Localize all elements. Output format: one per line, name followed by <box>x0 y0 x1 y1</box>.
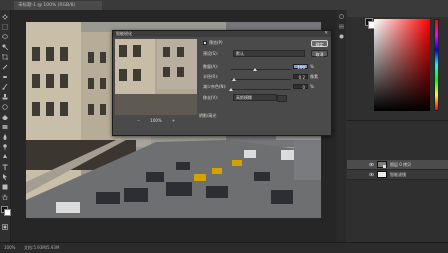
noise-unit: % <box>310 84 314 89</box>
ok-button[interactable]: 确定 <box>311 40 328 47</box>
quick-select-icon[interactable] <box>2 44 8 50</box>
noise-slider-track[interactable] <box>231 89 291 90</box>
dialog-title: 智能锐化 <box>116 31 132 36</box>
amount-slider-track[interactable] <box>231 69 291 70</box>
type-tool-icon[interactable] <box>2 164 8 170</box>
preview-checkbox[interactable] <box>203 41 207 45</box>
noise-input[interactable]: 0 <box>293 84 308 90</box>
smart-sharpen-dialog: 智能锐化 ✕ − 100% + 预览(P) 预设(S): 默认 数量(A): 1… <box>112 30 332 136</box>
marquee-tool-icon[interactable] <box>2 24 8 30</box>
layer-row[interactable]: 图层 0 拷贝 <box>347 160 448 170</box>
preset-label: 预设(S): <box>203 51 219 56</box>
radius-label: 半径(R): <box>203 74 219 79</box>
smart-filter-name: 智能滤镜 <box>390 172 406 177</box>
eraser-tool-icon[interactable] <box>2 114 8 120</box>
document-tab[interactable]: 未标题-1 @ 100% (RGB/8) <box>14 1 102 10</box>
healing-brush-icon[interactable] <box>2 74 8 80</box>
filter-mask-thumbnail <box>377 171 387 178</box>
preview-checkbox-label: 预览(P) <box>209 40 223 45</box>
cancel-button[interactable]: 取消 <box>311 50 328 57</box>
shape-tool-icon[interactable] <box>2 184 8 190</box>
dialog-title-bar[interactable]: 智能锐化 ✕ <box>113 31 331 37</box>
close-icon[interactable]: ✕ <box>324 31 328 37</box>
gradient-tool-icon[interactable] <box>2 124 8 130</box>
pen-tool-icon[interactable] <box>2 154 8 160</box>
dodge-tool-icon[interactable] <box>2 144 8 150</box>
lasso-tool-icon[interactable] <box>2 34 8 40</box>
radius-slider-track[interactable] <box>231 79 291 80</box>
radius-slider-handle[interactable] <box>232 78 236 81</box>
radius-input[interactable]: 0.2 <box>293 74 308 80</box>
smart-object-icon <box>383 165 386 168</box>
properties-icon[interactable] <box>339 24 344 29</box>
noise-slider-handle[interactable] <box>229 88 233 91</box>
quick-mask-icon[interactable] <box>2 224 8 230</box>
noise-label: 减少杂色(N): <box>203 84 227 89</box>
panel-divider <box>347 120 448 121</box>
preset-select-value: 默认 <box>236 51 244 56</box>
zoom-out-button[interactable]: − <box>135 117 142 124</box>
history-brush-icon[interactable] <box>2 104 8 110</box>
amount-slider-handle[interactable] <box>253 68 257 71</box>
toolbar <box>0 10 11 242</box>
adjustments-icon[interactable] <box>339 34 344 39</box>
amount-unit: % <box>310 64 314 69</box>
eye-icon[interactable] <box>368 162 375 167</box>
shadows-highlights-toggle[interactable]: 阴影/高光 <box>199 113 216 118</box>
path-select-icon[interactable] <box>2 174 8 180</box>
status-bar: 100% 文档:5.93M/5.93M <box>0 242 448 253</box>
eyedropper-icon[interactable] <box>2 64 8 70</box>
amount-input[interactable]: 100 <box>293 64 308 70</box>
filter-preview-pane[interactable] <box>115 39 197 115</box>
zoom-level: 100% <box>150 118 162 123</box>
remove-select-value: 高斯模糊 <box>236 95 252 100</box>
stamp-tool-icon[interactable] <box>2 94 8 100</box>
preview-zoom-bar: − 100% + <box>115 117 197 124</box>
blur-tool-icon[interactable] <box>2 134 8 140</box>
crop-tool-icon[interactable] <box>2 54 8 60</box>
radius-unit: 像素 <box>310 74 318 79</box>
hand-tool-icon[interactable] <box>2 194 8 200</box>
color-panel-header <box>347 10 448 17</box>
zoom-in-button[interactable]: + <box>170 117 177 124</box>
remove-label: 移去(V): <box>203 95 219 100</box>
background-color-swatch[interactable] <box>4 209 11 216</box>
brush-tool-icon[interactable] <box>2 84 8 90</box>
history-icon[interactable] <box>339 14 344 19</box>
hue-slider[interactable] <box>434 19 439 111</box>
smart-filter-row[interactable]: 智能滤镜 <box>347 170 448 180</box>
amount-label: 数量(A): <box>203 64 219 69</box>
preset-select[interactable]: 默认 <box>233 50 305 57</box>
remove-select[interactable]: 高斯模糊 <box>233 94 277 101</box>
layer-name: 图层 0 拷贝 <box>390 162 412 167</box>
color-picker-field[interactable] <box>374 19 430 111</box>
panel-icon-strip <box>337 10 346 242</box>
move-tool-icon[interactable] <box>2 14 8 20</box>
angle-dial[interactable] <box>277 95 287 102</box>
eye-icon[interactable] <box>368 172 375 177</box>
